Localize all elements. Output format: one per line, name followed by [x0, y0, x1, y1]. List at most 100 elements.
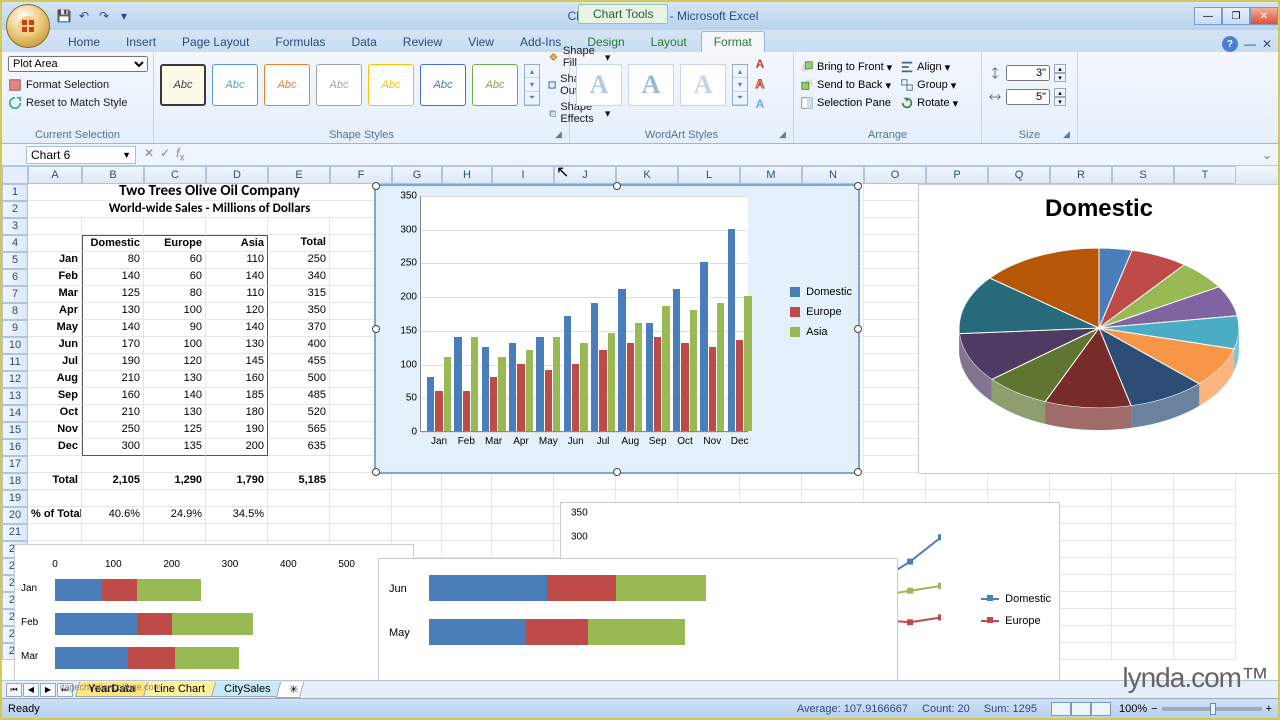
- cell[interactable]: [206, 456, 268, 473]
- column-header[interactable]: A: [28, 166, 82, 184]
- cell[interactable]: [82, 218, 144, 235]
- cell[interactable]: Jan: [28, 252, 82, 269]
- cell[interactable]: [864, 354, 926, 371]
- tab-layout[interactable]: Layout: [639, 32, 699, 52]
- column-header[interactable]: L: [678, 166, 740, 184]
- row-header[interactable]: 6: [2, 269, 28, 286]
- cell[interactable]: 40.6%: [82, 507, 144, 524]
- cell[interactable]: [268, 507, 330, 524]
- cell[interactable]: [442, 541, 492, 558]
- column-header[interactable]: M: [740, 166, 802, 184]
- cell[interactable]: [740, 473, 802, 490]
- cell[interactable]: [864, 184, 926, 201]
- shape-style-swatch[interactable]: Abc: [472, 64, 518, 106]
- wordart-style[interactable]: A: [680, 64, 726, 106]
- cell[interactable]: 34.5%: [206, 507, 268, 524]
- cell[interactable]: [1112, 541, 1174, 558]
- cell[interactable]: 210: [82, 405, 144, 422]
- cell[interactable]: 635: [268, 439, 330, 456]
- cell[interactable]: [864, 371, 926, 388]
- cell[interactable]: [144, 490, 206, 507]
- cell[interactable]: 200: [206, 439, 268, 456]
- cell[interactable]: 90: [144, 320, 206, 337]
- cell[interactable]: [864, 439, 926, 456]
- column-header[interactable]: F: [330, 166, 392, 184]
- cell[interactable]: 140: [206, 269, 268, 286]
- cell[interactable]: 190: [82, 354, 144, 371]
- redo-icon[interactable]: ↷: [96, 8, 112, 24]
- cell[interactable]: [1112, 592, 1174, 609]
- shape-style-swatch[interactable]: Abc: [316, 64, 362, 106]
- cell[interactable]: 190: [206, 422, 268, 439]
- chart-stacked-bar-top[interactable]: 0100200300400500600JanFebMar: [14, 544, 414, 694]
- cell[interactable]: [1174, 609, 1236, 626]
- row-header[interactable]: 1: [2, 184, 28, 201]
- text-effects-icon[interactable]: A: [752, 97, 768, 113]
- tab-next-icon[interactable]: ▶: [40, 683, 56, 697]
- column-header[interactable]: D: [206, 166, 268, 184]
- chart-pie-domestic[interactable]: Domestic: [918, 184, 1278, 474]
- cell[interactable]: 140: [144, 388, 206, 405]
- view-page-layout-icon[interactable]: [1071, 702, 1091, 716]
- cell[interactable]: 120: [144, 354, 206, 371]
- row-header[interactable]: 2: [2, 201, 28, 218]
- reset-style-button[interactable]: Reset to Match Style: [8, 94, 147, 112]
- rotate-button[interactable]: Rotate ▾: [900, 96, 958, 110]
- minimize-button[interactable]: —: [1194, 7, 1222, 25]
- cell[interactable]: 140: [82, 320, 144, 337]
- dialog-launcher-icon[interactable]: ◢: [1063, 129, 1075, 141]
- cell[interactable]: Total: [28, 473, 82, 490]
- cell[interactable]: Asia: [206, 235, 268, 252]
- row-header[interactable]: 8: [2, 303, 28, 320]
- column-header[interactable]: B: [82, 166, 144, 184]
- row-header[interactable]: 3: [2, 218, 28, 235]
- column-header[interactable]: R: [1050, 166, 1112, 184]
- cell[interactable]: 110: [206, 286, 268, 303]
- cell[interactable]: Feb: [28, 269, 82, 286]
- cell[interactable]: [864, 303, 926, 320]
- cell[interactable]: Oct: [28, 405, 82, 422]
- view-normal-icon[interactable]: [1051, 702, 1071, 716]
- cell[interactable]: [206, 218, 268, 235]
- cell[interactable]: 160: [206, 371, 268, 388]
- cell[interactable]: 400: [268, 337, 330, 354]
- cell[interactable]: Mar: [28, 286, 82, 303]
- spin-down-icon[interactable]: ▾: [1054, 97, 1066, 106]
- cell[interactable]: [864, 456, 926, 473]
- cell[interactable]: [1112, 473, 1174, 490]
- cell[interactable]: 130: [206, 337, 268, 354]
- cell[interactable]: 1,790: [206, 473, 268, 490]
- cell[interactable]: 315: [268, 286, 330, 303]
- cell[interactable]: 340: [268, 269, 330, 286]
- cell[interactable]: 130: [144, 371, 206, 388]
- cell[interactable]: 170: [82, 337, 144, 354]
- cell[interactable]: World-wide Sales - Millions of Dollars: [28, 201, 392, 218]
- cell[interactable]: 125: [144, 422, 206, 439]
- cell[interactable]: [268, 456, 330, 473]
- cell[interactable]: [492, 507, 554, 524]
- cell[interactable]: 100: [144, 337, 206, 354]
- cell[interactable]: [28, 490, 82, 507]
- format-selection-button[interactable]: Format Selection: [8, 76, 147, 94]
- cell[interactable]: 185: [206, 388, 268, 405]
- spin-up-icon[interactable]: ▴: [1054, 88, 1066, 97]
- row-header[interactable]: 11: [2, 354, 28, 371]
- cell[interactable]: 485: [268, 388, 330, 405]
- chart-clustered-column[interactable]: 050100150200250300350JanFebMarAprMayJunJ…: [374, 184, 860, 474]
- cell[interactable]: 250: [268, 252, 330, 269]
- qat-dropdown-icon[interactable]: ▾: [116, 8, 132, 24]
- row-header[interactable]: 15: [2, 422, 28, 439]
- cell[interactable]: 370: [268, 320, 330, 337]
- cell[interactable]: 210: [82, 371, 144, 388]
- cell[interactable]: [1112, 507, 1174, 524]
- tab-format[interactable]: Format: [701, 31, 765, 52]
- fx-icon[interactable]: fx: [176, 146, 184, 163]
- cell[interactable]: [492, 473, 554, 490]
- cell[interactable]: [392, 473, 442, 490]
- cell[interactable]: 250: [82, 422, 144, 439]
- row-header[interactable]: 18: [2, 473, 28, 490]
- cell[interactable]: [268, 524, 330, 541]
- chart-stacked-bar-bottom[interactable]: MayJun: [378, 558, 898, 694]
- cell[interactable]: [1112, 490, 1174, 507]
- cell[interactable]: [1050, 473, 1112, 490]
